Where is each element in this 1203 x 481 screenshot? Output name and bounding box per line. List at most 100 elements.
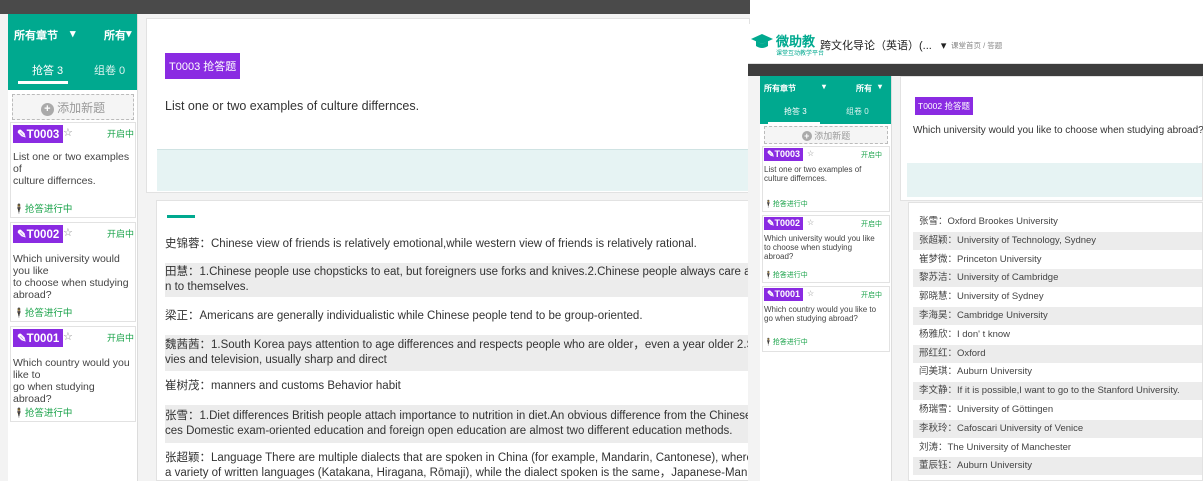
- question-text: List one or two examples of culture diffe…: [13, 151, 130, 187]
- question-text: List one or two examples of culture diffe…: [764, 165, 862, 183]
- sidebar-header: 所有章节 ▾ 所有 ▾ 抢答 3 组卷 0: [760, 76, 891, 124]
- add-question-button[interactable]: + 添加新题: [12, 94, 134, 120]
- chevron-down-icon[interactable]: ▾: [878, 82, 882, 91]
- star-icon[interactable]: ☆: [63, 226, 73, 239]
- star-icon[interactable]: ☆: [63, 330, 73, 343]
- question-panel: T0003 抢答题 List one or two examples of cu…: [146, 18, 750, 193]
- question-card[interactable]: ✎T0002 ☆ 开启中 Which university would you …: [762, 215, 890, 283]
- question-text: Which country would you like to go when s…: [764, 305, 877, 323]
- tab-quick-answer[interactable]: 抢答 3: [784, 106, 807, 117]
- answer-row: 董辰钰：Auburn University: [913, 457, 1202, 476]
- star-icon[interactable]: ☆: [807, 218, 814, 227]
- top-bar: [748, 64, 1203, 76]
- answer-row: 梁正：Americans are generally individualist…: [165, 310, 643, 322]
- question-card[interactable]: ✎T0003 ☆ 开启中 List one or two examples of…: [10, 122, 136, 218]
- person-icon: 🕴: [13, 308, 25, 319]
- open-status[interactable]: 开启中: [861, 219, 882, 229]
- teal-accent-line: [167, 215, 195, 218]
- question-card[interactable]: ✎T0001 ☆ 开启中 Which country would you lik…: [762, 286, 890, 352]
- top-bar: [0, 0, 750, 14]
- add-question-label: 添加新题: [814, 131, 851, 141]
- star-icon[interactable]: ☆: [807, 289, 814, 298]
- question-footer-bar: [157, 149, 749, 191]
- answer-row: 杨瑞雪：University of Göttingen: [919, 404, 1054, 415]
- question-text: List one or two examples of culture diff…: [165, 99, 420, 113]
- add-question-button[interactable]: + 添加新题: [764, 126, 888, 144]
- star-icon[interactable]: ☆: [807, 149, 814, 158]
- answer-row: 崔树茂：manners and customs Behavior habit: [165, 380, 401, 392]
- answering-status: 🕴抢答进行中: [764, 201, 808, 208]
- active-tab-indicator: [768, 122, 820, 124]
- answering-status: 🕴抢答进行中: [13, 408, 73, 419]
- sidebar-header: 所有章节 ▾ 所有 ▾ 抢答 3 组卷 0: [8, 14, 137, 90]
- course-selector[interactable]: 跨文化导论（英语）(... ▾: [820, 37, 946, 53]
- person-icon: 🕴: [764, 272, 773, 279]
- open-status[interactable]: 开启中: [107, 227, 134, 240]
- open-status[interactable]: 开启中: [107, 127, 134, 140]
- answer-row: 杨雅欣：I don' t know: [919, 328, 1011, 340]
- app-header: 微助教 课堂互动教学平台 跨文化导论（英语）(... ▾ 课堂首页 / 答题: [748, 24, 1203, 64]
- tab-paper[interactable]: 组卷 0: [94, 62, 125, 78]
- question-id-badge: ✎T0001: [13, 329, 64, 347]
- question-id-badge: ✎T0001: [764, 288, 804, 301]
- answering-status: 🕴抢答进行中: [764, 339, 808, 346]
- answer-row: 刘涛：The University of Manchester: [919, 441, 1072, 453]
- answer-row: 张雪：1.Diet differences British people att…: [165, 405, 749, 443]
- active-tab-indicator: [18, 81, 68, 84]
- answer-row: 李文静：If it is possible,I want to go to th…: [913, 382, 1202, 401]
- answer-row: 史锦蓉：Chinese view of friends is relativel…: [165, 238, 697, 250]
- tab-quick-answer[interactable]: 抢答 3: [32, 62, 63, 78]
- chapter-filter[interactable]: 所有章节: [14, 27, 58, 43]
- open-status[interactable]: 开启中: [861, 150, 882, 160]
- question-type-tag: T0003 抢答题: [165, 53, 241, 79]
- chevron-down-icon[interactable]: ▾: [822, 82, 826, 91]
- question-card[interactable]: ✎T0001 ☆ 开启中 Which country would you lik…: [10, 326, 136, 422]
- plus-circle-icon: +: [40, 103, 54, 116]
- breadcrumb[interactable]: 课堂首页 / 答题: [951, 40, 1002, 51]
- person-icon: 🕴: [13, 408, 25, 419]
- add-question-label: 添加新题: [57, 101, 106, 115]
- pencil-icon: ✎: [17, 229, 27, 241]
- open-status[interactable]: 开启中: [861, 290, 882, 300]
- all-filter[interactable]: 所有: [104, 27, 126, 43]
- question-card[interactable]: ✎T0002 ☆ 开启中 Which university would you …: [10, 222, 136, 322]
- star-icon[interactable]: ☆: [63, 126, 73, 139]
- pencil-icon: ✎: [767, 218, 775, 228]
- answer-row: 张雪：Oxford Brookes University: [919, 216, 1058, 227]
- question-text: Which country would you like to go when s…: [13, 357, 130, 405]
- answer-row: 李秋玲：Cafoscari University of Venice: [913, 419, 1202, 438]
- pencil-icon: ✎: [17, 129, 27, 141]
- chevron-down-icon[interactable]: ▾: [70, 27, 76, 40]
- chevron-down-icon: ▾: [940, 40, 947, 52]
- question-text: Which university would you like to choose…: [764, 234, 875, 261]
- answer-row: 黎苏洁：University of Cambridge: [913, 269, 1202, 288]
- question-footer-bar: [907, 163, 1202, 197]
- answers-panel: 史锦蓉：Chinese view of friends is relativel…: [156, 200, 750, 481]
- pencil-icon: ✎: [17, 333, 27, 345]
- all-filter[interactable]: 所有: [856, 83, 872, 94]
- answers-panel: 张雪：Oxford Brookes University 张超颖：Universi…: [908, 202, 1203, 481]
- question-sidebar: 所有章节 ▾ 所有 ▾ 抢答 3 组卷 0 + 添加新题 ✎T0003 ☆ 开启…: [8, 14, 138, 481]
- question-text: Which university would you like to choose…: [13, 253, 129, 301]
- answering-status: 🕴抢答进行中: [764, 272, 808, 279]
- question-id-badge: ✎T0003: [13, 125, 64, 143]
- question-panel: T0002 抢答题 Which university would you lik…: [900, 76, 1203, 201]
- person-icon: 🕴: [764, 201, 773, 208]
- person-icon: 🕴: [764, 339, 773, 346]
- answer-row: 邢红红：Oxford: [913, 344, 1202, 363]
- answer-row: 田慧：1.Chinese people use chopsticks to ea…: [165, 263, 749, 297]
- left-screenshot: 所有章节 ▾ 所有 ▾ 抢答 3 组卷 0 + 添加新题 ✎T0003 ☆ 开启…: [0, 0, 750, 481]
- pencil-icon: ✎: [767, 289, 775, 299]
- answer-row: 崔梦微：Princeton University: [919, 253, 1042, 265]
- person-icon: 🕴: [13, 204, 25, 215]
- open-status[interactable]: 开启中: [107, 331, 134, 344]
- question-sidebar: 所有章节 ▾ 所有 ▾ 抢答 3 组卷 0 + 添加新题 ✎T0003 ☆ 开启…: [760, 76, 892, 481]
- chevron-down-icon[interactable]: ▾: [126, 27, 132, 40]
- question-id-badge: ✎T0003: [764, 148, 804, 161]
- pencil-icon: ✎: [767, 149, 775, 159]
- question-card[interactable]: ✎T0003 ☆ 开启中 List one or two examples of…: [762, 146, 890, 212]
- answer-row: 闫美琪：Auburn University: [919, 366, 1032, 378]
- answering-status: 🕴抢答进行中: [13, 204, 73, 215]
- chapter-filter[interactable]: 所有章节: [764, 83, 796, 94]
- tab-paper[interactable]: 组卷 0: [846, 106, 869, 117]
